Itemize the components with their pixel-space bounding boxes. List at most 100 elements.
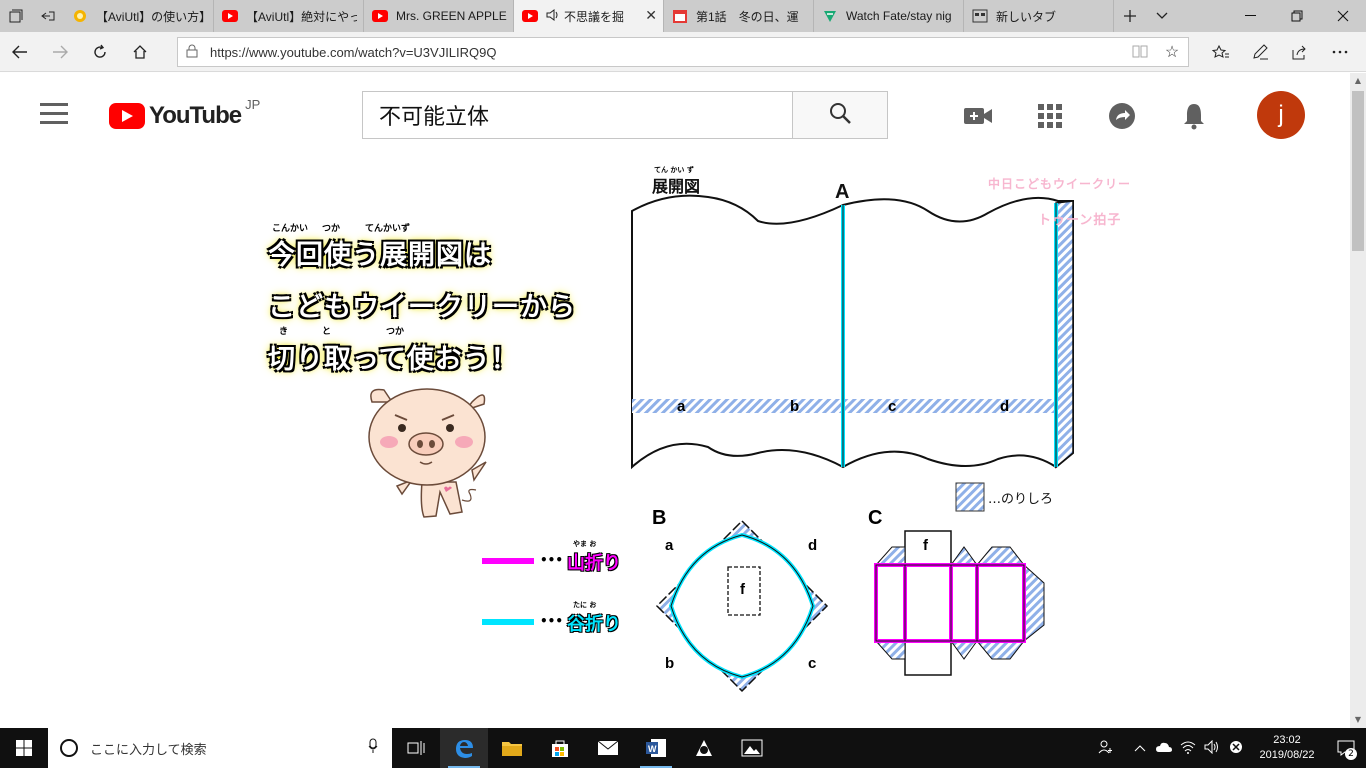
scroll-down-icon[interactable]: ▼ [1350, 712, 1366, 728]
valley-fold-label: 谷折り [567, 614, 621, 635]
taskbar-search-placeholder: ここに入力して検索 [90, 742, 207, 758]
mountain-fold-dots: ••• [540, 553, 564, 567]
youtube-wordmark: YouTube [149, 102, 242, 129]
watermark-top: 中日こどもウイークリー [988, 177, 1132, 191]
c-face-label: f [923, 537, 928, 554]
photos-icon[interactable] [728, 728, 776, 768]
windows-start-icon[interactable] [0, 728, 48, 768]
guide-menu-icon[interactable] [40, 103, 68, 125]
back-arrow-icon[interactable] [0, 32, 40, 72]
tab-current-video[interactable]: 不思議を掘 ✕ [514, 0, 664, 32]
pen-notes-icon[interactable] [1240, 32, 1280, 72]
search-icon [828, 101, 852, 129]
tab-aviutl-warning[interactable]: 【AviUtl】絶対にやって [214, 0, 364, 32]
b-corner-a: a [665, 537, 674, 554]
favorites-hub-icon[interactable] [1200, 32, 1240, 72]
cortana-icon [60, 739, 78, 757]
snip-sketch-icon[interactable] [680, 728, 728, 768]
apps-grid-icon[interactable] [1035, 101, 1065, 131]
url-field[interactable]: https://www.youtube.com/watch?v=U3VJILIR… [177, 37, 1189, 67]
taskbar-clock[interactable]: 23:02 2019/08/22 [1248, 733, 1326, 763]
create-video-icon[interactable] [963, 101, 993, 131]
svg-text:W: W [648, 744, 657, 754]
b-corner-d: d [808, 537, 818, 554]
action-center-icon[interactable]: 2 [1326, 728, 1366, 768]
net-diagram-a [631, 194, 1074, 470]
file-explorer-icon[interactable] [488, 728, 536, 768]
youtube-logo[interactable]: YouTube JP [109, 97, 260, 130]
word-icon[interactable]: W [632, 728, 680, 768]
net-diagram-c [874, 530, 1045, 676]
newtab-favicon-icon [972, 8, 988, 24]
strip-label-b: b [790, 398, 800, 415]
close-tab-icon[interactable]: ✕ [645, 8, 657, 24]
more-options-icon[interactable] [1320, 32, 1360, 72]
restore-icon[interactable] [1274, 0, 1320, 32]
store-icon[interactable] [536, 728, 584, 768]
glue-legend-swatch [955, 482, 985, 512]
video-player[interactable]: こんかい つか てんかいず 今回使う展開図は こどもウイークリーから き と つ… [0, 157, 1350, 728]
notification-count-badge: 2 [1345, 748, 1357, 760]
ime-off-icon[interactable] [1224, 740, 1248, 757]
messages-share-icon[interactable] [1107, 101, 1137, 131]
windows-taskbar: ここに入力して検索 W 23:02 2019/08/22 2 [0, 728, 1366, 768]
mountain-fold-line [482, 558, 534, 564]
page-scrollbar[interactable]: ▲ ▼ [1350, 73, 1366, 728]
notifications-bell-icon[interactable] [1179, 101, 1209, 131]
glue-legend-label: …のりしろ [988, 492, 1054, 507]
onedrive-cloud-icon[interactable] [1152, 741, 1176, 756]
tab-mrs-green-apple[interactable]: Mrs. GREEN APPLE [364, 0, 514, 32]
tab-episode-1[interactable]: 第1話 冬の日、運 [664, 0, 814, 32]
new-tab-plus-icon[interactable] [1114, 0, 1146, 32]
youtube-header: YouTube JP 不可能立体 j [0, 73, 1350, 157]
tab-aviutl-howto[interactable]: 【AviUtl】の使い方】導 [64, 0, 214, 32]
task-view-icon[interactable] [392, 728, 440, 768]
search-bar: 不可能立体 [362, 91, 888, 139]
strip-label-d: d [1000, 398, 1010, 415]
favorite-star-icon[interactable]: ☆ [1156, 42, 1188, 62]
set-aside-tabs-icon[interactable] [32, 0, 64, 32]
reading-view-icon[interactable] [1124, 44, 1156, 61]
scroll-up-icon[interactable]: ▲ [1350, 73, 1366, 89]
audio-playing-icon[interactable] [546, 8, 560, 24]
tab-new-tab[interactable]: 新しいタブ [964, 0, 1114, 32]
label-c-heading: C [868, 507, 883, 529]
caption-line-3: 切り取って使おう！ [268, 344, 519, 375]
refresh-icon[interactable] [80, 32, 120, 72]
edge-browser-icon[interactable] [440, 728, 488, 768]
b-corner-b: b [665, 655, 675, 672]
home-icon[interactable] [120, 32, 160, 72]
url-text[interactable]: https://www.youtube.com/watch?v=U3VJILIR… [210, 45, 1124, 60]
search-input[interactable]: 不可能立体 [362, 91, 792, 139]
tab-title: 【AviUtl】の使い方】導 [96, 9, 207, 24]
microphone-icon[interactable] [368, 738, 378, 758]
chevron-up-icon[interactable] [1128, 741, 1152, 755]
mail-icon[interactable] [584, 728, 632, 768]
caption-line-2: こどもウイークリーから [268, 292, 576, 323]
youtube-favicon-icon [372, 8, 388, 24]
forward-arrow-icon[interactable] [40, 32, 80, 72]
valley-fold-dots: ••• [540, 614, 564, 628]
taskbar-search-box[interactable]: ここに入力して検索 [48, 728, 392, 768]
valley-fold-line [482, 619, 534, 625]
volume-icon[interactable] [1200, 739, 1224, 757]
caption-ruby: き [279, 327, 289, 337]
close-window-icon[interactable] [1320, 0, 1366, 32]
wifi-icon[interactable] [1176, 740, 1200, 757]
tab-title: 【AviUtl】絶対にやって [246, 9, 357, 24]
tab-list-chevron-icon[interactable] [1146, 0, 1178, 32]
lock-icon[interactable] [186, 44, 210, 61]
tab-actions-icon[interactable] [0, 0, 32, 32]
tab-title: Watch Fate/stay nig [846, 9, 952, 23]
share-icon[interactable] [1280, 32, 1320, 72]
people-icon[interactable] [1094, 739, 1118, 758]
clock-date: 2019/08/22 [1259, 749, 1315, 761]
avatar[interactable]: j [1257, 91, 1305, 139]
minimize-icon[interactable] [1228, 0, 1274, 32]
tab-strip: 【AviUtl】の使い方】導 【AviUtl】絶対にやって Mrs. GREEN… [0, 0, 1366, 32]
tab-fate-stay-night[interactable]: Watch Fate/stay nig [814, 0, 964, 32]
search-button[interactable] [792, 91, 888, 139]
b-face-label: f [740, 581, 745, 598]
valley-fold-ruby: たに お [573, 601, 597, 609]
scroll-thumb[interactable] [1352, 91, 1364, 251]
